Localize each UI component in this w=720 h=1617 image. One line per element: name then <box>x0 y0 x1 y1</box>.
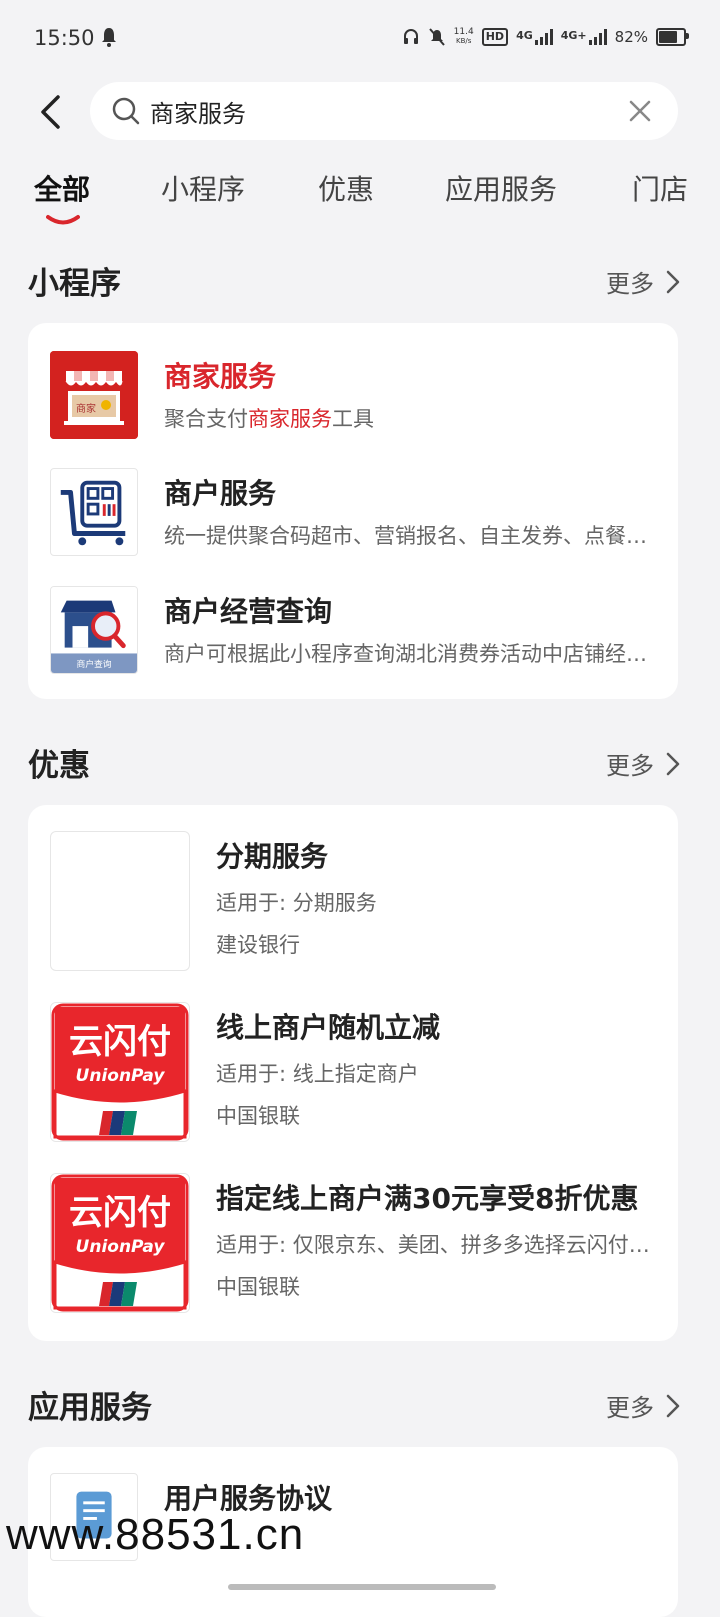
offer-scope: 适用于: 分期服务 <box>216 891 377 915</box>
more-label: 更多 <box>606 752 654 780</box>
network-speed-unit: KB/s <box>455 37 472 45</box>
signal-bars-icon <box>534 29 553 45</box>
search-box[interactable]: 商家服务 <box>90 82 678 140</box>
more-label: 更多 <box>606 1394 654 1422</box>
mini-program-desc: 统一提供聚合码超市、营销报名、自主发券、点餐等服务 <box>164 524 654 548</box>
tab-mini-programs[interactable]: 小程序 <box>161 168 245 208</box>
more-label: 更多 <box>606 270 654 298</box>
offers-title: 优惠 <box>28 748 90 784</box>
back-button[interactable] <box>30 90 70 134</box>
mini-program-title: 商家服务 <box>164 360 277 393</box>
headphones-icon <box>403 29 418 44</box>
watermark: www.88531.cn <box>6 1510 305 1559</box>
merchant-cart-icon <box>50 468 138 556</box>
category-tabs: 全部 小程序 优惠 应用服务 门店 <box>0 168 720 228</box>
battery-percent: 82% <box>614 28 648 46</box>
search-icon <box>110 95 142 127</box>
store-icon-label: 商家 <box>76 402 96 415</box>
offer-item[interactable]: 云闪付 UnionPay 指定线上商户满30元享受8折优惠 适用于: 仅限京东、… <box>50 1173 670 1317</box>
mini-program-desc: 聚合支付商家服务工具 <box>164 403 654 433</box>
signal-2-label: 4G+ <box>560 29 587 42</box>
offer-bank: 中国银联 <box>216 1104 300 1128</box>
offer-title: 线上商户随机立减 <box>216 1011 441 1044</box>
tab-offers[interactable]: 优惠 <box>318 168 374 208</box>
chevron-left-icon <box>41 95 60 129</box>
offers-card: 分期服务 适用于: 分期服务 建设银行 云闪付 UnionPay 线上商户随机立… <box>28 805 678 1341</box>
query-icon-label: 商户查询 <box>76 658 111 670</box>
desc-text: 聚合支付 <box>164 407 248 431</box>
unionpay-logo-en: UnionPay <box>76 1066 166 1086</box>
offer-scope: 适用于: 线上指定商户 <box>216 1062 419 1086</box>
hd-badge: HD <box>481 28 509 46</box>
battery-icon <box>656 28 689 46</box>
offer-item[interactable]: 分期服务 适用于: 分期服务 建设银行 <box>50 831 670 975</box>
unionpay-logo-cn: 云闪付 <box>69 1022 171 1062</box>
offer-scope: 适用于: 仅限京东、美团、拼多多选择云闪付支付 <box>216 1233 656 1257</box>
mini-program-item[interactable]: 商户查询 商户经营查询 商户可根据此小程序查询湖北消费券活动中店铺经营情况 <box>50 586 670 682</box>
unionpay-icon: 云闪付 UnionPay <box>50 1173 190 1313</box>
desc-text: 工具 <box>332 407 374 431</box>
app-services-title: 应用服务 <box>28 1390 152 1426</box>
unionpay-icon: 云闪付 UnionPay <box>50 1002 190 1142</box>
offer-blank-icon <box>50 831 190 971</box>
app-services-more-link[interactable]: 更多 <box>606 1388 680 1423</box>
battery-fill <box>659 31 678 43</box>
signal-2: 4G+ <box>561 29 607 45</box>
home-indicator[interactable] <box>228 1584 496 1590</box>
mini-program-title: 商户经营查询 <box>164 595 333 628</box>
unionpay-logo-en: UnionPay <box>76 1237 166 1257</box>
mute-bell-icon <box>428 28 445 46</box>
mini-programs-more-link[interactable]: 更多 <box>606 264 680 299</box>
mini-program-item[interactable]: 商家 商家服务 聚合支付商家服务工具 <box>50 351 670 447</box>
close-icon <box>629 100 651 122</box>
status-icons: 11.4 KB/s HD 4G 4G+ 82% <box>402 24 689 50</box>
merchant-query-icon: 商户查询 <box>50 586 138 674</box>
chevron-right-icon <box>666 752 680 775</box>
offer-title: 分期服务 <box>216 840 329 873</box>
tab-stores[interactable]: 门店 <box>632 168 688 208</box>
signal-1: 4G <box>516 29 553 45</box>
merchant-store-icon: 商家 <box>50 351 138 439</box>
tab-all[interactable]: 全部 <box>34 168 90 208</box>
search-input[interactable]: 商家服务 <box>150 94 610 129</box>
clear-search-button[interactable] <box>610 82 670 140</box>
signal-bars-icon <box>588 29 607 45</box>
mini-programs-title: 小程序 <box>28 266 121 302</box>
mini-program-item[interactable]: 商户服务 统一提供聚合码超市、营销报名、自主发券、点餐等服务 <box>50 468 670 564</box>
offers-more-link[interactable]: 更多 <box>606 746 680 781</box>
mini-program-desc: 商户可根据此小程序查询湖北消费券活动中店铺经营情况 <box>164 642 654 666</box>
offer-title: 指定线上商户满30元享受8折优惠 <box>216 1182 639 1215</box>
mini-program-title: 商户服务 <box>164 477 277 510</box>
unionpay-logo-cn: 云闪付 <box>69 1193 171 1233</box>
chevron-right-icon <box>666 1394 680 1417</box>
tab-app-services[interactable]: 应用服务 <box>445 168 557 208</box>
network-speed-value: 11.4 <box>453 27 474 37</box>
notification-bell-icon <box>102 28 116 47</box>
status-time: 15:50 <box>34 26 95 50</box>
network-speed: 11.4 KB/s <box>454 28 474 46</box>
mini-programs-card: 商家 商家服务 聚合支付商家服务工具 商户服务 统一提供聚合码超市、营销报名、自… <box>28 323 678 699</box>
offer-bank: 建设银行 <box>216 933 300 957</box>
chevron-right-icon <box>666 270 680 293</box>
active-tab-indicator <box>46 215 80 225</box>
signal-1-label: 4G <box>516 29 533 42</box>
offer-item[interactable]: 云闪付 UnionPay 线上商户随机立减 适用于: 线上指定商户 中国银联 <box>50 1002 670 1146</box>
offer-bank: 中国银联 <box>216 1275 300 1299</box>
desc-highlight: 商家服务 <box>248 407 332 431</box>
